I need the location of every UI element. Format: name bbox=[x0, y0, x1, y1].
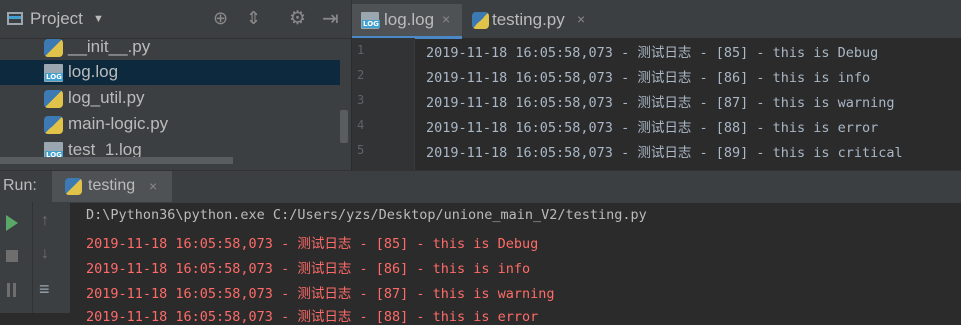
python-file-icon bbox=[65, 178, 82, 195]
project-title[interactable]: Project bbox=[30, 9, 83, 29]
tab-label: log.log bbox=[384, 10, 435, 29]
log-file-icon: LOG bbox=[44, 64, 63, 82]
code-line[interactable]: 2019-11-18 16:05:58,073 - 测试日志 - [89] - … bbox=[426, 141, 903, 161]
tree-item-label: __init__.py bbox=[68, 37, 151, 56]
run-tab-testing[interactable]: testing × bbox=[52, 171, 172, 202]
tree-item-log-util[interactable]: log_util.py bbox=[0, 86, 340, 111]
collapse-icon[interactable]: ⇕ bbox=[246, 8, 261, 29]
pause-icon[interactable] bbox=[7, 283, 10, 297]
line-number: 1 bbox=[357, 43, 365, 57]
gear-icon[interactable]: ⚙ bbox=[289, 7, 306, 30]
tab-log-log[interactable]: LOG log.log × bbox=[352, 4, 462, 39]
run-label: Run: bbox=[3, 177, 37, 194]
tree-item-label: log_util.py bbox=[68, 88, 145, 107]
tree-item-main-logic[interactable]: main-logic.py bbox=[0, 112, 340, 137]
soft-wrap-icon[interactable]: ≡ bbox=[39, 279, 50, 300]
python-file-icon bbox=[44, 90, 63, 108]
arrow-up-icon[interactable]: ↑ bbox=[41, 212, 49, 230]
gutter-divider bbox=[414, 38, 415, 170]
locate-icon[interactable]: ⊕ bbox=[213, 8, 228, 29]
project-header: Project ▼ ⊕ ⇕ ⚙ ⇥ bbox=[0, 0, 351, 39]
code-line[interactable]: 2019-11-18 16:05:58,073 - 测试日志 - [85] - … bbox=[426, 41, 878, 61]
vertical-scrollbar[interactable] bbox=[340, 110, 348, 143]
pause-icon-bar bbox=[13, 283, 16, 297]
toolbar-divider bbox=[32, 202, 33, 313]
console-output-line: 2019-11-18 16:05:58,073 - 测试日志 - [87] - … bbox=[86, 286, 555, 302]
python-file-icon bbox=[44, 39, 63, 57]
tab-testing-py[interactable]: testing.py × bbox=[464, 4, 594, 36]
play-icon[interactable] bbox=[6, 215, 18, 231]
close-icon[interactable]: × bbox=[442, 11, 450, 27]
close-icon[interactable]: × bbox=[577, 11, 585, 27]
line-number: 5 bbox=[357, 143, 365, 157]
chevron-down-icon[interactable]: ▼ bbox=[93, 13, 104, 25]
tree-item-log[interactable]: LOG log.log bbox=[0, 60, 340, 85]
line-number: 3 bbox=[357, 93, 365, 107]
code-line[interactable]: 2019-11-18 16:05:58,073 - 测试日志 - [86] - … bbox=[426, 66, 870, 86]
console-command: D:\Python36\python.exe C:/Users/yzs/Desk… bbox=[86, 207, 647, 223]
python-file-icon bbox=[44, 116, 63, 134]
stop-icon[interactable] bbox=[6, 250, 18, 262]
console-output-line: 2019-11-18 16:05:58,073 - 测试日志 - [88] - … bbox=[86, 309, 539, 325]
console-output-line: 2019-11-18 16:05:58,073 - 测试日志 - [86] - … bbox=[86, 261, 531, 277]
code-line[interactable]: 2019-11-18 16:05:58,073 - 测试日志 - [88] - … bbox=[426, 116, 878, 136]
python-file-icon bbox=[472, 12, 489, 29]
tree-item-init[interactable]: __init__.py bbox=[0, 35, 340, 60]
tab-label: testing.py bbox=[492, 10, 565, 29]
horizontal-scrollbar[interactable] bbox=[0, 157, 233, 164]
run-tab-label: testing bbox=[88, 177, 136, 194]
arrow-down-icon[interactable]: ↓ bbox=[41, 245, 49, 263]
log-file-icon: LOG bbox=[361, 12, 380, 29]
tree-item-label: log.log bbox=[68, 62, 119, 81]
line-number: 2 bbox=[357, 68, 365, 82]
line-number: 4 bbox=[357, 118, 365, 132]
project-view-icon-inner bbox=[9, 16, 21, 19]
hide-icon[interactable]: ⇥ bbox=[322, 6, 339, 31]
tree-item-label: main-logic.py bbox=[68, 114, 169, 133]
code-line[interactable]: 2019-11-18 16:05:58,073 - 测试日志 - [87] - … bbox=[426, 91, 895, 111]
close-icon[interactable]: × bbox=[149, 178, 157, 194]
console-output-line: 2019-11-18 16:05:58,073 - 测试日志 - [85] - … bbox=[86, 236, 539, 252]
